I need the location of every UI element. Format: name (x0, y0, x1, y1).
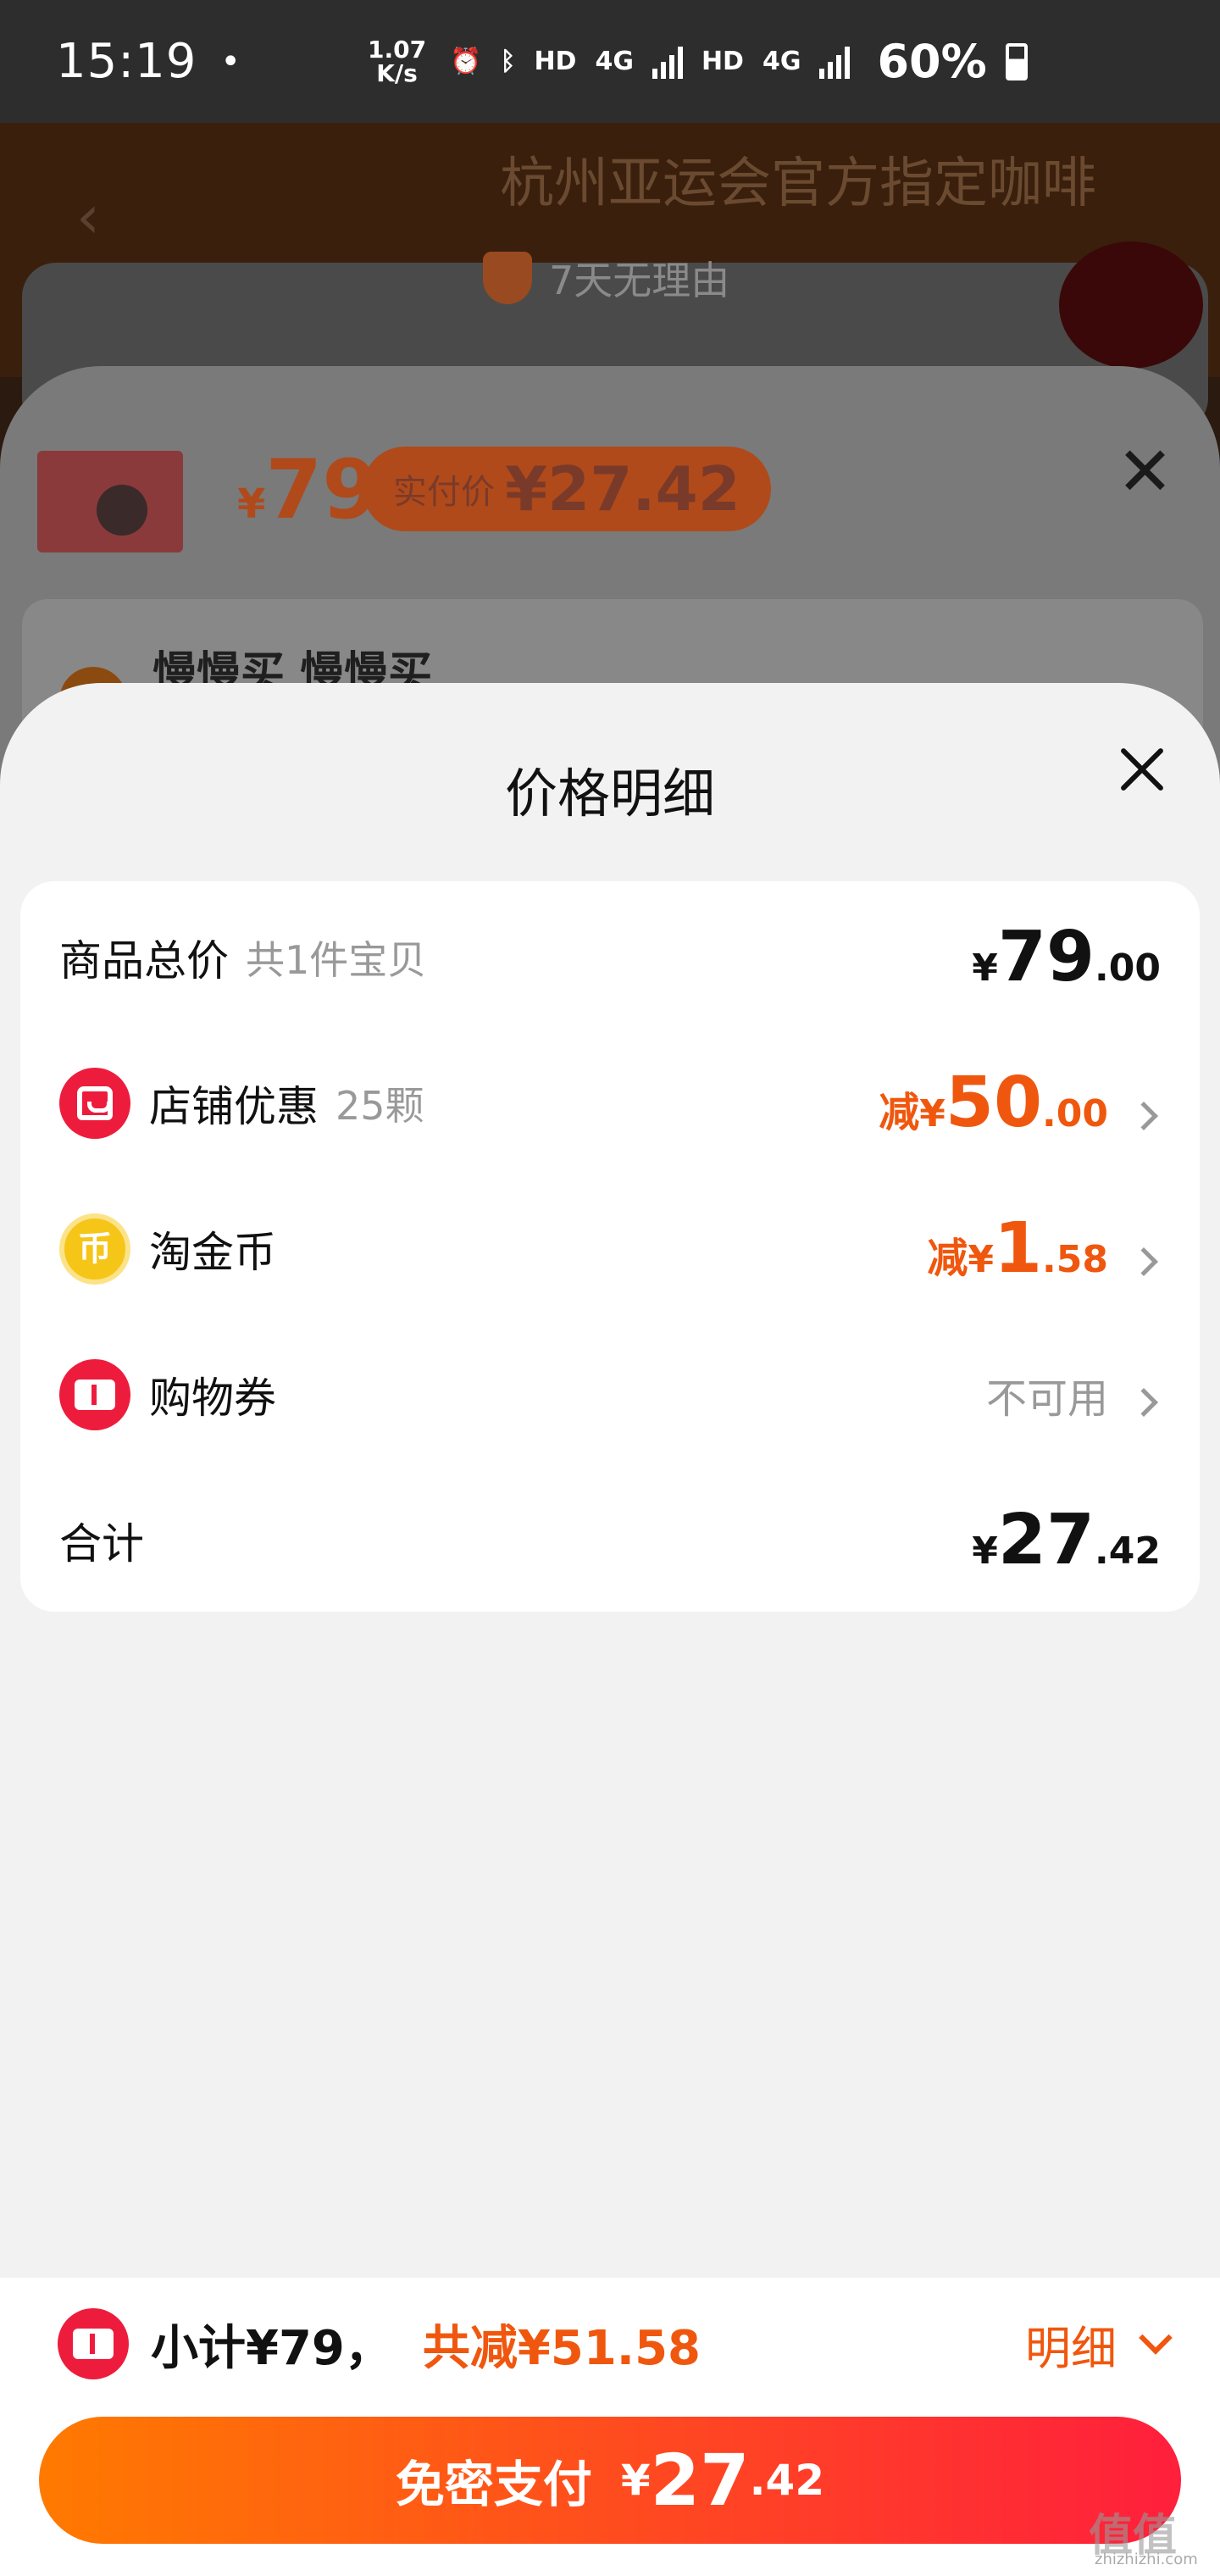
chevron-down-icon (1139, 2321, 1173, 2355)
network-type-1: 4G (595, 47, 634, 76)
detail-toggle-label: 明细 (1025, 2321, 1117, 2375)
voucher-status: 不可用 (986, 1365, 1161, 1424)
network-type-2: 4G (762, 47, 801, 76)
close-icon[interactable] (1117, 744, 1167, 795)
back-icon: ‹ (76, 182, 100, 252)
battery-level: 60% (877, 35, 987, 88)
price-detail-card: 商品总价 共1件宝贝 ¥79.00 店铺优惠 25颗 减 ¥50.00 币 淘金币 (20, 881, 1200, 1612)
actual-pay-pill: 实付价 ¥27.42 (363, 447, 771, 531)
pay-amount-int: 27 (650, 2439, 750, 2522)
ticket-icon (59, 1359, 130, 1430)
hd-label-1: HD (534, 47, 577, 76)
shop-discount-amount: 减 ¥50.00 (879, 1069, 1161, 1138)
battery-charging-icon (1005, 42, 1028, 80)
row-label: 合计 (59, 1519, 144, 1568)
status-dot: • (220, 42, 241, 81)
row-item-total: 商品总价 共1件宝贝 ¥79.00 (59, 915, 1161, 1000)
actual-pay-label: 实付价 (393, 473, 495, 512)
hd-label-2: HD (701, 47, 744, 76)
item-total-amount: ¥79.00 (972, 917, 1161, 997)
bluetooth-icon: ᛒ (500, 47, 516, 76)
price-detail-title: 价格明细 (504, 763, 715, 824)
row-total: 合计 ¥27.42 (59, 1498, 1161, 1583)
row-sub: 25颗 (336, 1083, 424, 1129)
screen: 15:19 • 1.07 K/s ⏰ ᛒ HD 4G HD 4G 60% ‹ 杭… (0, 0, 1220, 2576)
status-icons: ⏰ ᛒ HD 4G HD 4G 60% (450, 35, 1028, 88)
pay-currency: ¥ (620, 2456, 651, 2505)
row-shop-discount[interactable]: 店铺优惠 25颗 减 ¥50.00 (59, 1061, 1161, 1146)
shield-icon (483, 252, 532, 304)
floating-badge (1059, 242, 1203, 369)
guarantee-text: 7天无理由 (549, 258, 730, 303)
alarm-icon: ⏰ (450, 47, 482, 76)
pay-amount-dec: .42 (749, 2456, 825, 2505)
product-title: 杭州亚运会官方指定咖啡 (500, 153, 1096, 215)
network-speed-unit: K/s (376, 58, 418, 87)
summary-row: 小计¥79， 共减¥51.58 明细 (58, 2301, 1173, 2386)
actual-pay-value: ¥27.42 (505, 453, 740, 525)
signal-icon-2 (819, 45, 851, 79)
chevron-right-icon (1129, 1247, 1158, 1276)
row-label: 淘金币 (149, 1228, 276, 1277)
ticket-icon (58, 2308, 129, 2379)
shop-icon (59, 1068, 130, 1139)
chevron-right-icon (1129, 1102, 1158, 1130)
row-label: 商品总价 (59, 936, 229, 985)
detail-toggle[interactable]: 明细 (1025, 2311, 1173, 2378)
coin-discount-amount: 减 ¥1.58 (927, 1214, 1161, 1284)
row-taojinbi[interactable]: 币 淘金币 减 ¥1.58 (59, 1207, 1161, 1291)
status-time: 15:19 (56, 34, 197, 89)
watermark-sub: zhizhizhi.com (1095, 2551, 1198, 2568)
product-page-backdrop: ‹ 杭州亚运会官方指定咖啡 7天无理由 (0, 123, 1220, 432)
row-label: 购物券 (149, 1374, 276, 1423)
total-amount: ¥27.42 (972, 1500, 1161, 1580)
sku-price: ¥79 (237, 442, 379, 537)
status-bar: 15:19 • 1.07 K/s ⏰ ᛒ HD 4G HD 4G 60% (0, 0, 1220, 123)
row-shopping-voucher[interactable]: 购物券 不可用 (59, 1352, 1161, 1437)
signal-icon-1 (652, 45, 683, 79)
total-discount-text: 共减¥51.58 (422, 2320, 702, 2376)
network-speed: 1.07 K/s (368, 37, 426, 87)
sku-close-icon[interactable]: ✕ (1117, 432, 1173, 511)
coin-icon: 币 (59, 1213, 130, 1285)
row-label: 店铺优惠 (149, 1082, 319, 1131)
product-thumbnail (37, 451, 183, 552)
chevron-right-icon (1129, 1388, 1158, 1417)
bottom-bar: 小计¥79， 共减¥51.58 明细 免密支付 ¥ 27 .42 (0, 2278, 1220, 2576)
guarantee-badge: 7天无理由 (483, 250, 729, 306)
pay-button[interactable]: 免密支付 ¥ 27 .42 (39, 2417, 1181, 2544)
pay-button-label: 免密支付 (395, 2456, 592, 2513)
row-sub: 共1件宝贝 (246, 937, 427, 983)
subtotal-text: 小计¥79， (151, 2320, 392, 2376)
